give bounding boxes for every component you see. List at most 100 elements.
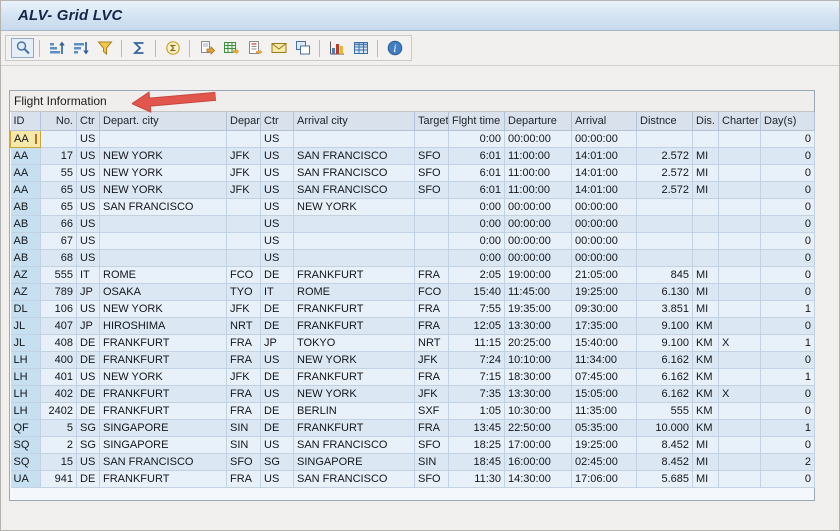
cell[interactable]: NEW YORK bbox=[100, 147, 227, 164]
table-row[interactable]: AA17USNEW YORKJFKUSSAN FRANCISCOSFO6:011… bbox=[11, 147, 815, 164]
cell[interactable]: US bbox=[261, 351, 294, 368]
cell[interactable]: FRANKFURT bbox=[294, 368, 415, 385]
cell[interactable]: 400 bbox=[41, 351, 77, 368]
table-row[interactable]: LH400DEFRANKFURTFRAUSNEW YORKJFK7:2410:1… bbox=[11, 351, 815, 368]
cell[interactable]: US bbox=[261, 249, 294, 266]
cell[interactable]: 555 bbox=[637, 402, 693, 419]
cell[interactable]: 14:01:00 bbox=[572, 181, 637, 198]
cell[interactable]: 7:35 bbox=[449, 385, 505, 402]
cell[interactable]: AB bbox=[11, 249, 41, 266]
cell[interactable]: IT bbox=[261, 283, 294, 300]
cell[interactable]: 00:00:00 bbox=[505, 232, 572, 249]
cell[interactable]: SIN bbox=[415, 453, 449, 470]
cell[interactable]: LH bbox=[11, 385, 41, 402]
cell[interactable]: 7:55 bbox=[449, 300, 505, 317]
cell[interactable]: SFO bbox=[415, 147, 449, 164]
cell[interactable] bbox=[415, 249, 449, 266]
cell[interactable]: NEW YORK bbox=[100, 181, 227, 198]
mail-icon[interactable] bbox=[267, 38, 290, 58]
cell[interactable]: IT bbox=[77, 266, 100, 283]
cell[interactable]: FRANKFURT bbox=[100, 334, 227, 351]
cell[interactable] bbox=[100, 249, 227, 266]
cell[interactable]: JFK bbox=[227, 164, 261, 181]
cell[interactable]: KM bbox=[693, 334, 719, 351]
cell[interactable] bbox=[100, 215, 227, 232]
cell[interactable]: JFK bbox=[227, 300, 261, 317]
cell[interactable]: US bbox=[77, 147, 100, 164]
cell[interactable]: SIN bbox=[227, 419, 261, 436]
cell[interactable]: 6:01 bbox=[449, 164, 505, 181]
cell[interactable] bbox=[719, 402, 761, 419]
cell[interactable]: FRA bbox=[227, 470, 261, 487]
cell[interactable]: 15:40:00 bbox=[572, 334, 637, 351]
cell[interactable] bbox=[719, 181, 761, 198]
cell[interactable]: 0 bbox=[761, 470, 815, 487]
cell[interactable]: NEW YORK bbox=[294, 385, 415, 402]
cell[interactable]: SG bbox=[261, 453, 294, 470]
cell[interactable] bbox=[693, 249, 719, 266]
cell[interactable]: FRANKFURT bbox=[100, 385, 227, 402]
cell[interactable] bbox=[227, 249, 261, 266]
cell[interactable]: US bbox=[261, 147, 294, 164]
column-header-arrival[interactable]: Arrival bbox=[572, 112, 637, 130]
table-row[interactable]: SQ15USSAN FRANCISCOSFOSGSINGAPORESIN18:4… bbox=[11, 453, 815, 470]
cell[interactable]: 11:34:00 bbox=[572, 351, 637, 368]
cell[interactable]: KM bbox=[693, 368, 719, 385]
cell[interactable]: DE bbox=[261, 300, 294, 317]
cell[interactable]: MI bbox=[693, 181, 719, 198]
cell[interactable]: US bbox=[77, 368, 100, 385]
cell[interactable]: 21:05:00 bbox=[572, 266, 637, 283]
cell[interactable]: QF bbox=[11, 419, 41, 436]
cell[interactable]: 17:35:00 bbox=[572, 317, 637, 334]
cell[interactable] bbox=[415, 215, 449, 232]
cell[interactable]: 09:30:00 bbox=[572, 300, 637, 317]
cell[interactable]: MI bbox=[693, 147, 719, 164]
table-row[interactable]: AB67USUS0:0000:00:0000:00:000 bbox=[11, 232, 815, 249]
cell[interactable]: 7:24 bbox=[449, 351, 505, 368]
cell[interactable]: MI bbox=[693, 436, 719, 453]
cell[interactable]: 02:45:00 bbox=[572, 453, 637, 470]
cell[interactable]: AB bbox=[11, 215, 41, 232]
cell[interactable]: SFO bbox=[415, 181, 449, 198]
cell[interactable] bbox=[719, 317, 761, 334]
sort-descending-icon[interactable] bbox=[69, 38, 92, 58]
cell[interactable]: NEW YORK bbox=[100, 368, 227, 385]
table-row[interactable]: UA941DEFRANKFURTFRAUSSAN FRANCISCOSFO11:… bbox=[11, 470, 815, 487]
cell[interactable]: SINGAPORE bbox=[294, 453, 415, 470]
cell[interactable]: FRA bbox=[227, 351, 261, 368]
cell[interactable]: NRT bbox=[227, 317, 261, 334]
cell[interactable]: 941 bbox=[41, 470, 77, 487]
cell[interactable]: 401 bbox=[41, 368, 77, 385]
cell[interactable]: SQ bbox=[11, 436, 41, 453]
cell[interactable]: DE bbox=[77, 402, 100, 419]
cell[interactable]: SAN FRANCISCO bbox=[294, 181, 415, 198]
cell[interactable]: 17:06:00 bbox=[572, 470, 637, 487]
cell[interactable]: FRA bbox=[415, 300, 449, 317]
table-row[interactable]: DL106USNEW YORKJFKDEFRANKFURTFRA7:5519:3… bbox=[11, 300, 815, 317]
cell[interactable] bbox=[719, 249, 761, 266]
table-row[interactable]: QF5SGSINGAPORESINDEFRANKFURTFRA13:4522:5… bbox=[11, 419, 815, 436]
cell[interactable]: 0 bbox=[761, 249, 815, 266]
cell[interactable]: 2.572 bbox=[637, 164, 693, 181]
cell[interactable] bbox=[637, 232, 693, 249]
column-header-day-s[interactable]: Day(s) bbox=[761, 112, 815, 130]
cell[interactable]: 11:00:00 bbox=[505, 181, 572, 198]
cell[interactable] bbox=[719, 130, 761, 147]
cell[interactable]: ROME bbox=[100, 266, 227, 283]
cell[interactable]: 07:45:00 bbox=[572, 368, 637, 385]
local-file-icon[interactable] bbox=[195, 38, 218, 58]
cell[interactable]: SFO bbox=[415, 164, 449, 181]
cell[interactable]: US bbox=[77, 181, 100, 198]
cell[interactable] bbox=[100, 232, 227, 249]
cell[interactable]: 0 bbox=[761, 147, 815, 164]
cell[interactable]: UA bbox=[11, 470, 41, 487]
cell[interactable]: 0 bbox=[761, 232, 815, 249]
cell[interactable]: 15 bbox=[41, 453, 77, 470]
cell[interactable]: 6.162 bbox=[637, 368, 693, 385]
cell[interactable] bbox=[719, 147, 761, 164]
cell[interactable] bbox=[719, 164, 761, 181]
cell[interactable]: FCO bbox=[227, 266, 261, 283]
graphic-icon[interactable] bbox=[325, 38, 348, 58]
cell[interactable]: NRT bbox=[415, 334, 449, 351]
cell[interactable] bbox=[637, 198, 693, 215]
